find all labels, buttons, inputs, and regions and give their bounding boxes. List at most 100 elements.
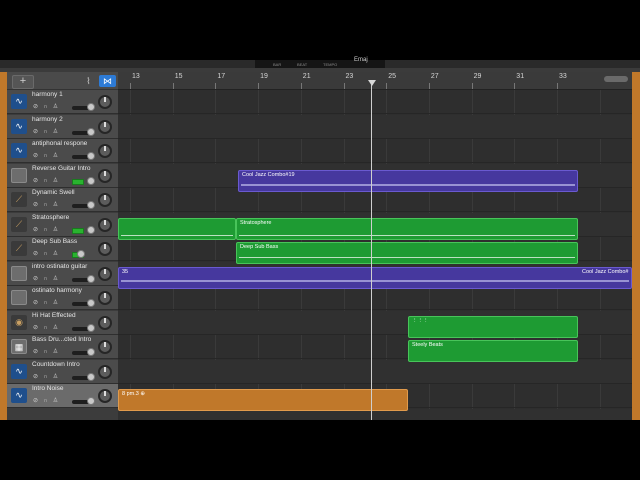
headphones-icon[interactable]: ∩ xyxy=(42,276,49,283)
volume-slider-handle[interactable] xyxy=(87,397,95,405)
volume-slider-handle[interactable] xyxy=(87,127,95,136)
headphones-icon[interactable]: ∩ xyxy=(42,104,49,111)
track-header[interactable]: Reverse Guitar Intro ⊘ ∩ ♙ xyxy=(7,163,118,188)
region-steely-beats[interactable]: Steely Beats xyxy=(408,340,578,362)
volume-slider-handle[interactable] xyxy=(87,299,95,307)
record-enable-icon[interactable]: ⊘ xyxy=(32,374,39,381)
record-enable-icon[interactable]: ⊘ xyxy=(32,153,39,160)
record-enable-icon[interactable]: ⊘ xyxy=(32,178,39,185)
region-stratosphere[interactable]: Stratosphere xyxy=(236,218,578,240)
track-header[interactable]: ▦ Bass Dru...cted Intro ⊘ ∩ ♙ xyxy=(7,335,118,359)
pan-knob[interactable] xyxy=(98,242,112,256)
track-header[interactable]: ∿ antiphonal respone ⊘ ∩ ♙ xyxy=(7,139,118,163)
track-lane[interactable] xyxy=(118,139,632,163)
automation-icon[interactable]: ⌇ xyxy=(80,75,97,87)
record-enable-icon[interactable]: ⊘ xyxy=(32,251,39,258)
headphones-icon[interactable]: ∩ xyxy=(42,349,49,356)
region-intro-ostinato[interactable]: 35 Cool Jazz Combo# xyxy=(118,267,632,289)
headphones-icon[interactable]: ∩ xyxy=(42,398,49,405)
volume-slider-handle[interactable] xyxy=(87,225,95,234)
pan-knob[interactable] xyxy=(98,340,112,354)
guitar-icon: ⟋ xyxy=(11,192,27,207)
input-monitor-icon[interactable]: ♙ xyxy=(52,300,59,307)
input-monitor-icon[interactable]: ♙ xyxy=(52,104,59,111)
record-enable-icon[interactable]: ⊘ xyxy=(32,325,39,332)
volume-slider-handle[interactable] xyxy=(77,250,85,258)
pan-knob[interactable] xyxy=(98,389,112,403)
record-enable-icon[interactable]: ⊘ xyxy=(32,104,39,111)
input-monitor-icon[interactable]: ♙ xyxy=(52,129,59,136)
pan-knob[interactable] xyxy=(98,364,112,379)
headphones-icon[interactable]: ∩ xyxy=(42,251,49,258)
record-enable-icon[interactable]: ⊘ xyxy=(32,398,39,405)
track-header[interactable]: ⟋ Stratosphere ⊘ ∩ ♙ xyxy=(7,212,118,237)
headphones-icon[interactable]: ∩ xyxy=(42,129,49,136)
track-header[interactable]: intro ostinato guitar ⊘ ∩ ♙ xyxy=(7,261,118,286)
headphones-icon[interactable]: ∩ xyxy=(42,227,49,234)
input-monitor-icon[interactable]: ♙ xyxy=(52,276,59,283)
add-track-button[interactable]: + xyxy=(12,75,34,89)
region-cool-jazz-combo[interactable]: Cool Jazz Combo#19 xyxy=(238,170,578,192)
record-enable-icon[interactable]: ⊘ xyxy=(32,300,39,307)
headphones-icon[interactable]: ∩ xyxy=(42,153,49,160)
input-monitor-icon[interactable]: ♙ xyxy=(52,202,59,209)
record-enable-icon[interactable]: ⊘ xyxy=(32,349,39,356)
record-enable-icon[interactable]: ⊘ xyxy=(32,129,39,136)
track-header[interactable]: ∿ harmony 1 ⊘ ∩ ♙ xyxy=(7,90,118,114)
playhead-handle[interactable] xyxy=(368,80,376,86)
input-monitor-icon[interactable]: ♙ xyxy=(52,153,59,160)
track-header[interactable]: ∿ harmony 2 ⊘ ∩ ♙ xyxy=(7,114,118,139)
volume-slider-handle[interactable] xyxy=(87,201,95,209)
region-hi-hat[interactable]: ⋮⋮⋮ xyxy=(408,316,578,338)
track-header[interactable]: ◉ Hi Hat Effected ⊘ ∩ ♙ xyxy=(7,310,118,335)
headphones-icon[interactable]: ∩ xyxy=(42,300,49,307)
volume-slider-handle[interactable] xyxy=(87,323,95,332)
volume-slider-handle[interactable] xyxy=(87,152,95,160)
track-lane[interactable] xyxy=(118,90,632,114)
track-header[interactable]: ⟋ Dynamic Swell ⊘ ∩ ♙ xyxy=(7,188,118,212)
tracks-area[interactable]: Cool Jazz Combo#19 Stratosphere Deep Sub… xyxy=(118,90,632,420)
pan-knob[interactable] xyxy=(98,266,112,281)
input-monitor-icon[interactable]: ♙ xyxy=(52,178,59,185)
headphones-icon[interactable]: ∩ xyxy=(42,325,49,332)
pan-knob[interactable] xyxy=(98,193,112,207)
input-monitor-icon[interactable]: ♙ xyxy=(52,325,59,332)
pan-knob[interactable] xyxy=(98,95,112,109)
input-monitor-icon[interactable]: ♙ xyxy=(52,227,59,234)
cycle-region[interactable] xyxy=(604,76,628,82)
headphones-icon[interactable]: ∩ xyxy=(42,374,49,381)
input-monitor-icon[interactable]: ♙ xyxy=(52,349,59,356)
volume-slider-handle[interactable] xyxy=(87,103,95,111)
input-monitor-icon[interactable]: ♙ xyxy=(52,398,59,405)
playhead-line[interactable] xyxy=(371,82,372,420)
pan-knob[interactable] xyxy=(98,144,112,158)
record-enable-icon[interactable]: ⊘ xyxy=(32,276,39,283)
track-lane[interactable] xyxy=(118,359,632,384)
pan-knob[interactable] xyxy=(98,119,112,134)
volume-slider-handle[interactable] xyxy=(87,348,95,356)
pan-knob[interactable] xyxy=(98,217,112,232)
pan-knob[interactable] xyxy=(98,315,112,330)
record-enable-icon[interactable]: ⊘ xyxy=(32,202,39,209)
headphones-icon[interactable]: ∩ xyxy=(42,202,49,209)
track-header[interactable]: ∿ Intro Noise ⊘ ∩ ♙ xyxy=(7,384,118,408)
region-stratosphere-lead[interactable] xyxy=(118,218,236,240)
track-header[interactable]: ⟋ Deep Sub Bass ⊘ ∩ ♙ xyxy=(7,237,118,261)
track-lane[interactable] xyxy=(118,286,632,310)
volume-slider-handle[interactable] xyxy=(87,372,95,381)
region-deep-sub-bass[interactable]: Deep Sub Bass xyxy=(236,242,578,264)
track-header[interactable]: ∿ Countdown Intro ⊘ ∩ ♙ xyxy=(7,359,118,384)
headphones-icon[interactable]: ∩ xyxy=(42,178,49,185)
region-intro-noise[interactable]: 8 pm.3 ⊕ xyxy=(118,389,408,411)
volume-slider-handle[interactable] xyxy=(87,176,95,185)
record-enable-icon[interactable]: ⊘ xyxy=(32,227,39,234)
catch-playhead-icon[interactable]: ⋈ xyxy=(99,75,116,87)
region-label: Deep Sub Bass xyxy=(240,244,279,250)
input-monitor-icon[interactable]: ♙ xyxy=(52,374,59,381)
track-lane[interactable] xyxy=(118,114,632,139)
pan-knob[interactable] xyxy=(98,291,112,305)
volume-slider-handle[interactable] xyxy=(87,274,95,283)
input-monitor-icon[interactable]: ♙ xyxy=(52,251,59,258)
track-header[interactable]: ostinato harmony ⊘ ∩ ♙ xyxy=(7,286,118,310)
pan-knob[interactable] xyxy=(98,168,112,183)
